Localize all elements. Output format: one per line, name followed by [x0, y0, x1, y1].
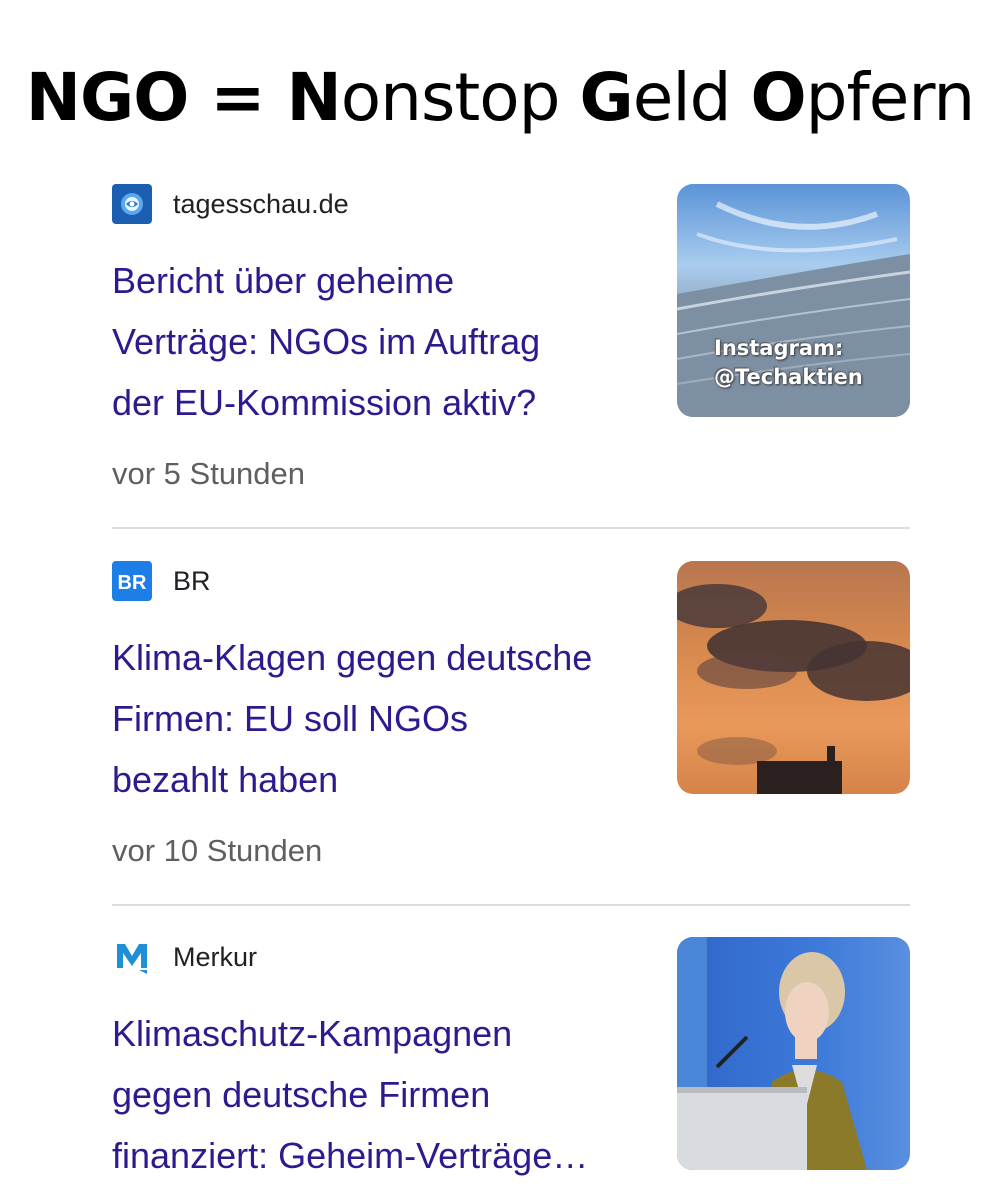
- news-card-merkur[interactable]: Merkur Klimaschutz-Kampagnen gegen deuts…: [112, 937, 910, 1200]
- headline-line: Klimaschutz-Kampagnen: [112, 1013, 513, 1054]
- title-part: eld: [632, 59, 751, 136]
- news-card-br[interactable]: BR BR Klima-Klagen gegen deutsche Firmen…: [112, 561, 910, 881]
- divider: [112, 904, 910, 906]
- title-part: pfern: [805, 59, 976, 136]
- source-row: BR BR: [112, 561, 211, 601]
- watermark: Instagram: @Techaktien: [714, 334, 863, 392]
- eu-commission-building-image[interactable]: Instagram: @Techaktien: [677, 184, 910, 417]
- title-part: G: [579, 59, 634, 136]
- source-name: tagesschau.de: [173, 188, 349, 219]
- headline-line: Verträge: NGOs im Auftrag: [112, 321, 541, 362]
- source-row: tagesschau.de: [112, 184, 349, 224]
- headline-line: Klima-Klagen gegen deutsche: [112, 637, 593, 678]
- svg-text:BR: BR: [118, 572, 147, 593]
- headline-line: Firmen: EU soll NGOs: [112, 698, 469, 739]
- smoke-illustration: [677, 584, 910, 794]
- headline-link[interactable]: Klima-Klagen gegen deutsche Firmen: EU s…: [112, 627, 662, 810]
- headline-line: der EU-Kommission aktiv?: [112, 382, 537, 423]
- watermark-line: Instagram:: [714, 336, 844, 360]
- watermark-line: @Techaktien: [714, 365, 863, 389]
- tagesschau-logo-icon: [112, 184, 152, 224]
- headline-line: finanziert: Geheim-Verträge…: [112, 1135, 589, 1176]
- br-logo-icon: BR: [112, 561, 152, 601]
- title-part: NGO = N: [25, 59, 342, 136]
- headline-line: gegen deutsche Firmen: [112, 1074, 491, 1115]
- headline-link[interactable]: Klimaschutz-Kampagnen gegen deutsche Fir…: [112, 1003, 662, 1186]
- source-name: BR: [173, 565, 211, 596]
- headline-link[interactable]: Bericht über geheime Verträge: NGOs im A…: [112, 250, 662, 433]
- title-part: onstop: [340, 59, 580, 136]
- headline-line: bezahlt haben: [112, 759, 339, 800]
- meme-title: NGO = Nonstop Geld Opfern: [0, 59, 1000, 136]
- merkur-logo-icon: [112, 937, 152, 977]
- source-name: Merkur: [173, 941, 258, 972]
- divider: [112, 527, 910, 529]
- news-card-tagesschau[interactable]: tagesschau.de Bericht über geheime Vertr…: [112, 184, 910, 504]
- timestamp: vor 5 Stunden: [112, 456, 306, 491]
- title-part: O: [750, 59, 807, 136]
- source-row: Merkur: [112, 937, 257, 977]
- headline-line: Bericht über geheime: [112, 260, 455, 301]
- timestamp: vor 10 Stunden: [112, 833, 323, 868]
- speaker-at-podium-image[interactable]: [677, 937, 910, 1170]
- smokestack-sunset-image[interactable]: [677, 561, 910, 794]
- speaker-illustration: [677, 937, 867, 1170]
